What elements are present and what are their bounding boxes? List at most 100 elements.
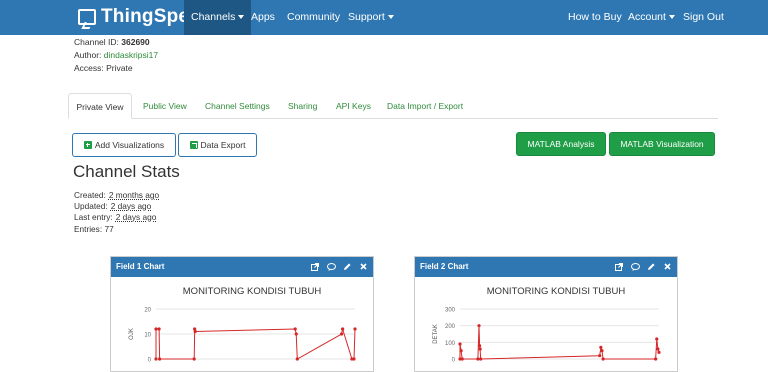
channel-author: Author: dindaskripsi17 — [74, 50, 158, 60]
field-1-chart: MONITORING KONDISI TUBUH 0 10 20 OJK — [129, 286, 357, 364]
channel-tabs: Private View Public View Channel Setting… — [68, 93, 718, 119]
matlab-analysis-button[interactable]: MATLAB Analysis — [516, 132, 606, 156]
y-tick-label: 0 — [148, 358, 152, 364]
close-icon[interactable] — [663, 263, 671, 271]
tab-api-keys[interactable]: API Keys — [331, 93, 376, 119]
data-point — [353, 327, 357, 331]
add-visualizations-button[interactable]: Add Visualizations — [72, 133, 176, 157]
data-point — [477, 324, 481, 328]
comment-icon[interactable] — [631, 263, 640, 271]
caret-down-icon — [668, 15, 675, 20]
y-tick-label: 200 — [445, 324, 456, 330]
data-point — [459, 349, 463, 353]
stat-last-entry-value: 2 days ago — [115, 212, 157, 222]
data-point — [341, 327, 345, 331]
nav-how-to-buy[interactable]: How to Buy — [561, 0, 629, 35]
data-point — [599, 345, 603, 349]
data-point — [352, 357, 356, 361]
data-point — [600, 349, 604, 353]
data-point — [154, 357, 158, 361]
matlab-visualization-button[interactable]: MATLAB Visualization — [609, 132, 715, 156]
y-tick-label: 10 — [144, 333, 151, 339]
stat-last-entry: Last entry: 2 days ago — [74, 212, 156, 222]
chart-title: MONITORING KONDISI TUBUH — [183, 286, 322, 297]
data-point — [460, 357, 464, 361]
channel-id: Channel ID: 362690 — [74, 37, 150, 47]
data-point — [654, 357, 658, 361]
data-point — [656, 347, 660, 351]
chart-title: MONITORING KONDISI TUBUH — [487, 286, 626, 297]
field-2-chart-header: Field 2 Chart — [415, 257, 677, 277]
close-icon[interactable] — [359, 263, 367, 271]
nav-sign-out[interactable]: Sign Out — [676, 0, 731, 35]
data-export-button[interactable]: Data Export — [178, 133, 257, 157]
data-point — [339, 332, 344, 336]
external-link-icon[interactable] — [311, 263, 319, 271]
stat-created-label: Created: — [74, 190, 106, 200]
tab-sharing[interactable]: Sharing — [283, 93, 322, 119]
channel-access: Access: Private — [74, 63, 133, 73]
data-point — [601, 357, 605, 361]
stat-updated-label: Updated: — [74, 201, 108, 211]
nav-support[interactable]: Support — [341, 0, 401, 35]
field-2-chart-panel: Field 2 Chart MONITORING KONDISI TUBUH 0 1… — [414, 256, 678, 372]
stat-created: Created: 2 months ago — [74, 190, 159, 200]
stat-updated: Updated: 2 days ago — [74, 201, 151, 211]
channel-author-link[interactable]: dindaskripsi17 — [104, 50, 158, 60]
tab-private-view[interactable]: Private View — [68, 93, 132, 119]
stat-created-value: 2 months ago — [108, 190, 160, 200]
y-axis-label: DETAK — [433, 324, 439, 344]
tab-channel-settings[interactable]: Channel Settings — [200, 93, 275, 119]
nav-channels[interactable]: Channels — [184, 0, 252, 35]
data-point — [477, 344, 482, 348]
nav-account-label: Account — [628, 11, 666, 23]
y-tick-label: 20 — [144, 308, 151, 314]
nav-support-label: Support — [348, 11, 385, 23]
stat-updated-value: 2 days ago — [110, 201, 152, 211]
nav-account[interactable]: Account — [621, 0, 682, 35]
pencil-icon[interactable] — [647, 263, 655, 271]
data-point — [478, 347, 482, 351]
data-point — [598, 354, 602, 358]
data-point — [157, 327, 161, 331]
field-1-chart-panel: Field 1 Chart MONITORING KONDISI TUBUH 0 1… — [110, 256, 374, 372]
nav-channels-label: Channels — [191, 11, 236, 23]
nav-community[interactable]: Community — [280, 0, 347, 35]
channel-id-label: Channel ID: — [74, 37, 119, 47]
channel-stats-title: Channel Stats — [73, 162, 180, 181]
channel-id-value: 362690 — [121, 37, 150, 47]
field-1-chart-header: Field 1 Chart — [111, 257, 373, 277]
tab-data-import-export[interactable]: Data Import / Export — [382, 93, 468, 119]
y-tick-label: 0 — [452, 358, 456, 364]
data-point — [192, 357, 196, 361]
channel-author-label: Author: — [74, 50, 102, 60]
pencil-icon[interactable] — [343, 263, 351, 271]
comment-icon[interactable] — [327, 263, 336, 271]
plus-icon — [83, 140, 92, 149]
data-point — [458, 342, 462, 346]
field-2-chart: MONITORING KONDISI TUBUH 0 100 200 300 DETAK — [433, 286, 661, 364]
external-link-icon[interactable] — [615, 263, 623, 271]
y-tick-label: 100 — [445, 341, 456, 347]
nav-apps[interactable]: Apps — [244, 0, 282, 35]
add-visualizations-label: Add Visualizations — [94, 140, 165, 150]
channel-access-value: Private — [106, 63, 133, 73]
data-point — [657, 350, 661, 354]
tab-public-view[interactable]: Public View — [138, 93, 192, 119]
data-point — [293, 327, 297, 331]
stat-entries: Entries: 77 — [74, 224, 114, 234]
field-1-chart-title: Field 1 Chart — [116, 262, 165, 271]
stat-entries-value: 77 — [104, 224, 114, 234]
nav-apps-label: Apps — [251, 11, 275, 23]
y-axis-label: OJK — [129, 328, 135, 340]
data-point — [294, 332, 298, 336]
data-point — [193, 329, 197, 334]
nav-sign-out-label: Sign Out — [683, 11, 724, 23]
data-point — [154, 327, 158, 331]
data-point — [295, 357, 299, 361]
stat-entries-label: Entries: — [74, 224, 103, 234]
caret-down-icon — [387, 15, 394, 20]
data-point — [479, 357, 483, 361]
channel-access-label: Access: — [74, 63, 104, 73]
data-point — [158, 357, 162, 361]
